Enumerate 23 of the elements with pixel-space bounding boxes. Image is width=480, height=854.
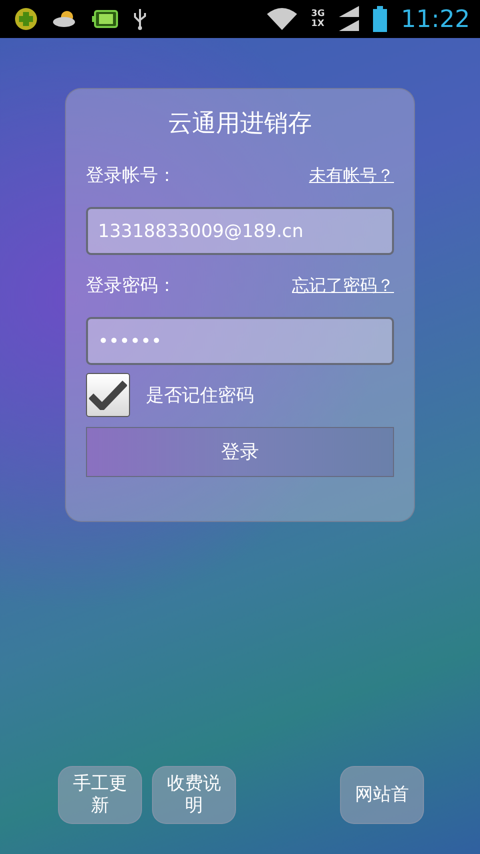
remember-label: 是否记住密码 [146, 384, 254, 407]
menu-button[interactable]: 手工更新 [58, 766, 142, 824]
clock-time: 11:22 [400, 5, 470, 33]
login-button[interactable]: 登录 [86, 427, 394, 477]
menu-button[interactable]: 收费说明 [152, 766, 236, 824]
network-label: 1X [311, 19, 325, 29]
password-label: 登录密码： [86, 274, 176, 297]
remember-checkbox[interactable] [86, 373, 130, 417]
register-link[interactable]: 未有帐号？ [309, 164, 394, 186]
account-label: 登录帐号： [86, 164, 176, 187]
wifi-icon [267, 8, 298, 30]
account-field[interactable]: 13318833009@189.cn [86, 207, 394, 255]
password-field[interactable]: •••••• [86, 317, 394, 365]
battery-icon [372, 6, 387, 32]
menu-button[interactable]: 网站首 [340, 766, 424, 824]
app-title: 云通用进销存 [167, 108, 313, 139]
security-app-icon [14, 7, 38, 31]
network-label: 3G [311, 9, 325, 19]
battery-icon [92, 10, 118, 28]
weather-icon [52, 9, 78, 29]
forgot-password-link[interactable]: 忘记了密码？ [292, 274, 394, 296]
usb-icon [132, 8, 148, 30]
signal-icon [338, 6, 359, 32]
